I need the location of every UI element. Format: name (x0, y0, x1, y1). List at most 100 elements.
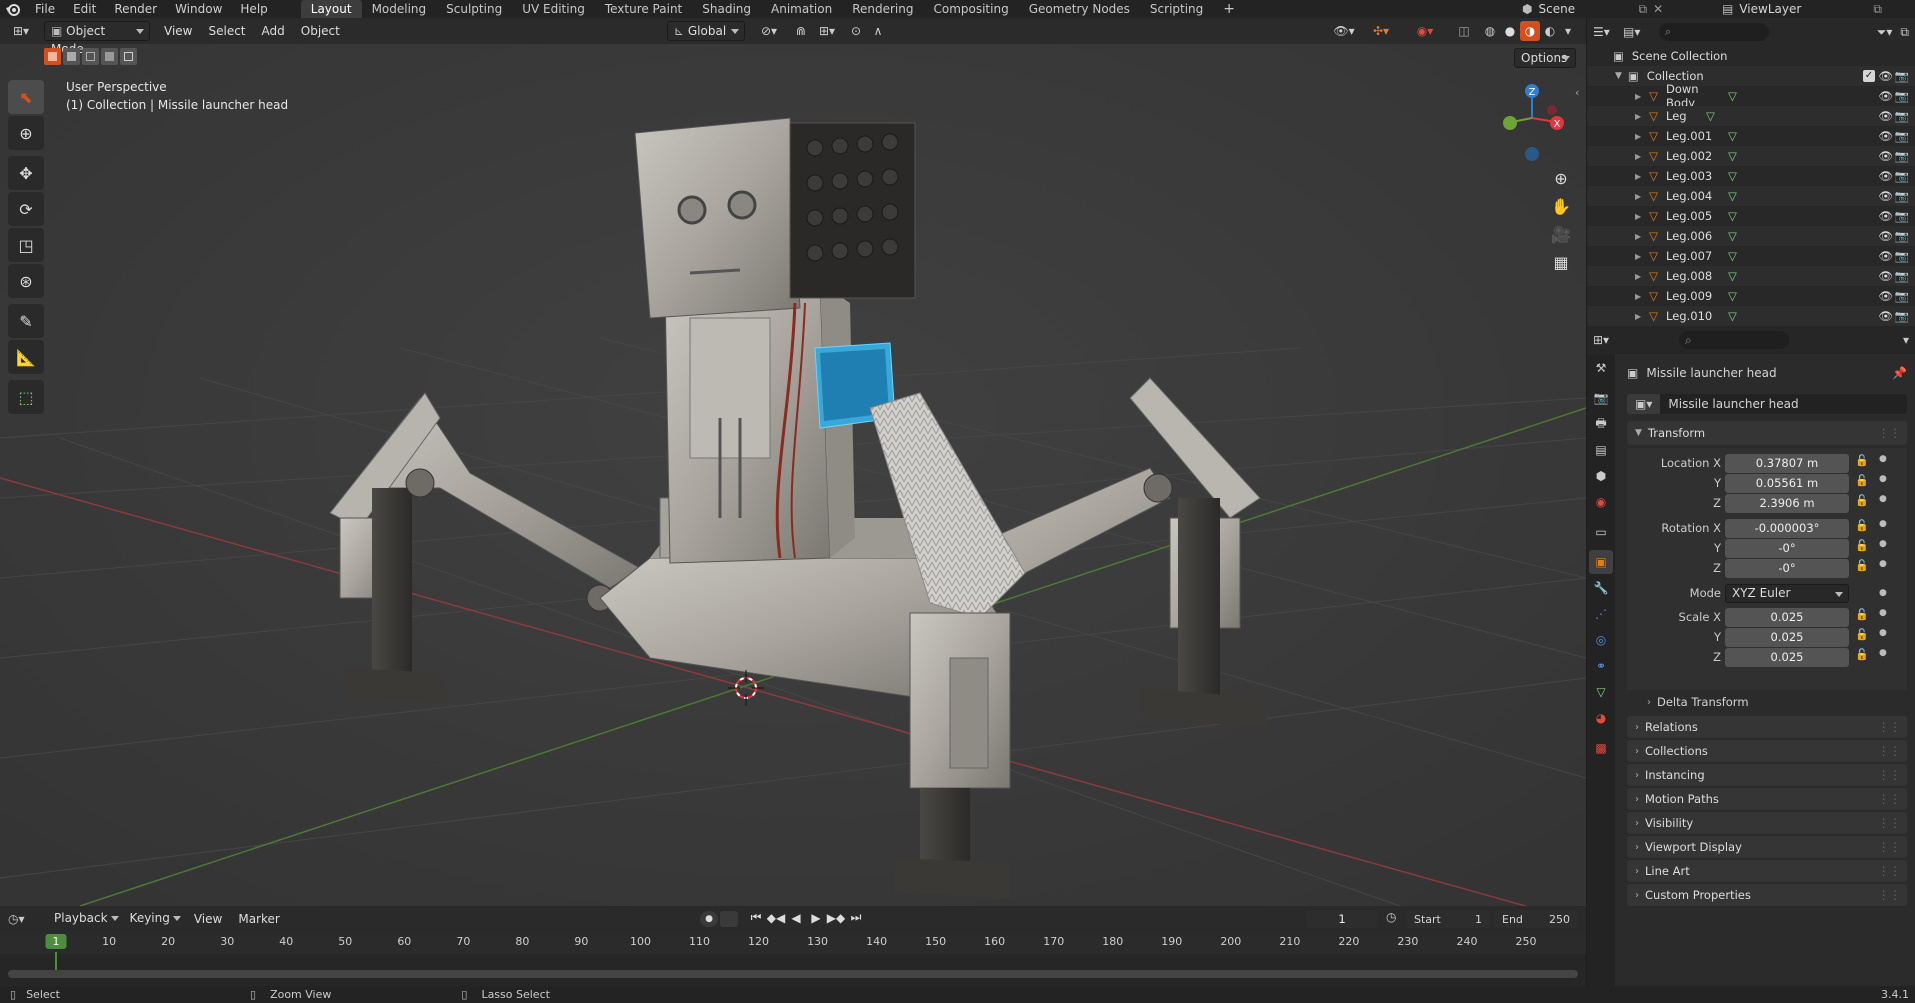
render-camera-icon[interactable]: 📷 (1895, 89, 1909, 103)
keyframe-dot-icon[interactable]: ● (1879, 608, 1887, 621)
jump-start-icon[interactable]: ⏮ (746, 910, 766, 925)
solid-shading-icon[interactable]: ● (1500, 21, 1520, 41)
keyframe-dot-icon[interactable]: ● (1879, 648, 1887, 661)
rotation-z-field[interactable]: -0° (1725, 559, 1849, 578)
expand-arrow-icon[interactable]: ▼ (1615, 71, 1622, 81)
outliner-item[interactable]: ▶ ▽ Leg.009 ▽ 👁 📷 (1587, 286, 1915, 306)
transform-panel-header[interactable]: ▼ Transform ⋮⋮ (1627, 421, 1907, 445)
prev-keyframe-icon[interactable]: ◆◀ (766, 911, 786, 925)
3d-viewport[interactable]: ⊞▾ ▣ Object Mode View Select Add Object … (0, 18, 1586, 906)
scale-x-field[interactable]: 0.025 (1725, 608, 1849, 627)
keyframe-type-icon[interactable] (720, 911, 738, 927)
select-intersect-icon[interactable] (120, 48, 137, 65)
transform-tool[interactable]: ⊛ (8, 264, 44, 298)
scale-z-field[interactable]: 0.025 (1725, 648, 1849, 667)
visibility-eye-icon[interactable]: 👁 (1878, 309, 1893, 323)
lock-icon[interactable]: 🔓 (1855, 539, 1875, 552)
tab-view-layer[interactable]: ▤ (1589, 438, 1613, 462)
collection-checkbox-icon[interactable]: ✓ (1863, 70, 1875, 82)
snap-icon[interactable]: ⋒ (790, 21, 812, 41)
outliner-item[interactable]: ▶ ▽ Leg.003 ▽ 👁 📷 (1587, 166, 1915, 186)
scene-selector[interactable]: ⬢ Scene ⧉ ✕ (1522, 0, 1663, 18)
expand-arrow-icon[interactable]: ▶ (1635, 232, 1641, 241)
sidebar-toggle-icon[interactable]: ‹ (1575, 86, 1579, 99)
visibility-eye-icon[interactable]: 👁 (1878, 209, 1893, 223)
outliner-scene-collection[interactable]: ▣ Scene Collection (1587, 46, 1915, 66)
outliner-item[interactable]: ▶ ▽ Leg.007 ▽ 👁 📷 (1587, 246, 1915, 266)
keyframe-dot-icon[interactable]: ● (1879, 628, 1887, 641)
lock-icon[interactable]: 🔓 (1855, 559, 1875, 572)
rotation-y-field[interactable]: -0° (1725, 539, 1849, 558)
proportional-edit-icon[interactable]: ⊙ (846, 21, 866, 41)
expand-arrow-icon[interactable]: ▶ (1635, 192, 1641, 201)
transform-orientation-dropdown[interactable]: ⊾ Global (667, 21, 745, 41)
render-camera-icon[interactable]: 📷 (1895, 69, 1909, 83)
scale-y-field[interactable]: 0.025 (1725, 628, 1849, 647)
snap-target-icon[interactable]: ⊞▾ (812, 21, 842, 41)
new-scene-icon[interactable]: ⧉ (1638, 2, 1647, 17)
expand-arrow-icon[interactable]: ▶ (1635, 132, 1641, 141)
mesh-data-icon[interactable]: ▽ (1728, 269, 1737, 283)
preview-range-icon[interactable]: ◷ (1386, 910, 1396, 924)
ortho-toggle-icon[interactable]: ▦ (1547, 248, 1575, 276)
menu-add[interactable]: Add (254, 18, 293, 44)
render-camera-icon[interactable]: 📷 (1895, 169, 1909, 183)
visibility-icon[interactable]: 👁▾ (1328, 21, 1360, 41)
panel-collections[interactable]: › Collections ⋮⋮ (1627, 740, 1907, 762)
outliner-collection[interactable]: ▼ ▣ Collection ✓ 👁 📷 (1587, 66, 1915, 86)
lock-icon[interactable]: 🔓 (1855, 628, 1875, 641)
tab-output[interactable]: 🖶 (1589, 412, 1613, 436)
rendered-shading-icon[interactable]: ◐ (1540, 21, 1560, 41)
outliner-item[interactable]: ▶ ▽ Leg.005 ▽ 👁 📷 (1587, 206, 1915, 226)
lock-icon[interactable]: 🔓 (1855, 608, 1875, 621)
render-camera-icon[interactable]: 📷 (1895, 249, 1909, 263)
add-cube-tool[interactable]: ⬚ (8, 380, 44, 414)
outliner-item[interactable]: ▶ ▽ Leg.010 ▽ 👁 📷 (1587, 306, 1915, 326)
tab-texture[interactable]: ▩ (1589, 736, 1613, 760)
expand-arrow-icon[interactable]: ▶ (1635, 152, 1641, 161)
render-camera-icon[interactable]: 📷 (1895, 149, 1909, 163)
tab-animation[interactable]: Animation (761, 0, 842, 18)
outliner-item[interactable]: ▶ ▽ Leg.001 ▽ 👁 📷 (1587, 126, 1915, 146)
current-frame-marker[interactable]: 1 (45, 934, 67, 949)
rotation-x-field[interactable]: -0.000003° (1725, 519, 1849, 538)
filter-icon[interactable]: ⏷▾ (1877, 25, 1893, 40)
frame-ruler[interactable]: 1 10 20 30 40 50 60 70 80 90 100 110 120 130 140 150 160… (0, 932, 1586, 970)
shading-options-icon[interactable]: ▾ (1560, 21, 1576, 41)
cursor-tool[interactable]: ⊕ (8, 116, 44, 150)
visibility-eye-icon[interactable]: 👁 (1878, 249, 1893, 263)
visibility-eye-icon[interactable]: 👁 (1878, 149, 1893, 163)
mesh-data-icon[interactable]: ▽ (1728, 189, 1737, 203)
tab-scene[interactable]: ⬢ (1589, 464, 1613, 488)
editor-type-icon[interactable]: ⊞▾ (6, 21, 36, 41)
expand-arrow-icon[interactable]: ▶ (1635, 252, 1641, 261)
pin-icon[interactable]: 📌 (1892, 366, 1907, 380)
lock-icon[interactable]: 🔓 (1855, 454, 1875, 467)
marker-menu[interactable]: Marker (230, 906, 287, 932)
current-frame-field[interactable]: 1 (1306, 910, 1378, 928)
new-collection-icon[interactable]: ⧉ (1900, 25, 1909, 40)
drag-handle-icon[interactable]: ⋮⋮ (1878, 888, 1901, 902)
timeline-editor-icon[interactable]: ◷▾ (8, 912, 42, 926)
mesh-data-icon[interactable]: ▽ (1728, 169, 1737, 183)
render-camera-icon[interactable]: 📷 (1895, 229, 1909, 243)
menu-object[interactable]: Object (293, 18, 348, 44)
select-box-tool[interactable]: ⬉ (8, 80, 44, 114)
lock-icon[interactable]: 🔓 (1855, 494, 1875, 507)
tab-constraints[interactable]: ⚭ (1589, 654, 1613, 678)
outliner-item[interactable]: ▶ ▽ Leg.006 ▽ 👁 📷 (1587, 226, 1915, 246)
mesh-data-icon[interactable]: ▽ (1728, 89, 1737, 103)
delete-scene-icon[interactable]: ✕ (1653, 2, 1663, 16)
outliner-item[interactable]: ▶ ▽ Leg.004 ▽ 👁 📷 (1587, 186, 1915, 206)
tab-particles[interactable]: ⋰ (1589, 602, 1613, 626)
camera-view-icon[interactable]: 🎥 (1547, 220, 1575, 248)
select-subtract-icon[interactable] (82, 48, 99, 65)
tab-shading[interactable]: Shading (692, 0, 761, 18)
menu-select[interactable]: Select (200, 18, 253, 44)
menu-file[interactable]: File (26, 0, 64, 18)
drag-handle-icon[interactable]: ⋮⋮ (1878, 720, 1901, 734)
lock-icon[interactable]: 🔓 (1855, 474, 1875, 487)
new-view-layer-icon[interactable]: ⧉ (1873, 2, 1882, 17)
rotate-tool[interactable]: ⟳ (8, 192, 44, 226)
drag-handle-icon[interactable]: ⋮⋮ (1878, 426, 1901, 440)
